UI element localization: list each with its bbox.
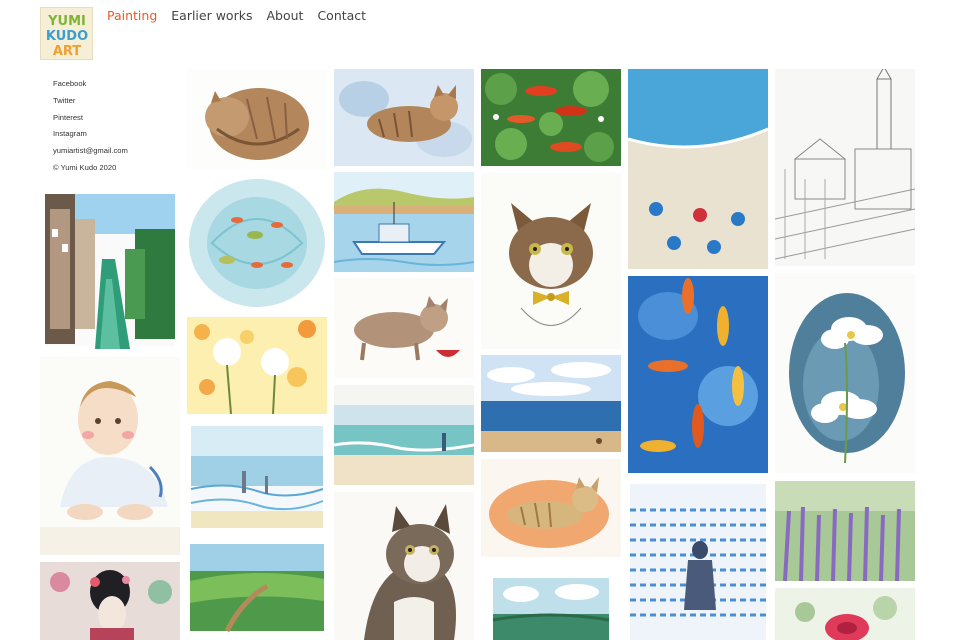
artwork-dandelions[interactable]: [187, 317, 327, 414]
svg-text:KUDO: KUDO: [45, 29, 87, 44]
landscape-painting-icon: [190, 544, 324, 633]
pinterest-link[interactable]: Pinterest: [53, 110, 183, 127]
sea-painting-icon: [334, 385, 474, 485]
artwork-baby-portrait[interactable]: [40, 357, 180, 555]
artwork-umbrella-beach[interactable]: [628, 69, 768, 269]
artwork-beach-walkers[interactable]: [187, 421, 327, 533]
social-links: Facebook Twitter Pinterest Instagram yum…: [53, 76, 183, 177]
artwork-lavender-field[interactable]: [775, 481, 915, 581]
artwork-ginger-cat[interactable]: [481, 459, 621, 557]
artwork-sleeping-cat[interactable]: [187, 69, 327, 169]
main-nav: Painting Earlier works About Contact: [107, 8, 366, 24]
nav-contact[interactable]: Contact: [317, 8, 366, 24]
instagram-link[interactable]: Instagram: [53, 126, 183, 143]
flower-painting-icon: [789, 293, 905, 464]
cat-painting-icon: [205, 88, 309, 160]
pond-painting-icon: [189, 179, 325, 307]
facebook-link[interactable]: Facebook: [53, 76, 183, 93]
artwork-clouds-field[interactable]: [481, 564, 621, 640]
canal-painting-icon: [45, 194, 175, 349]
artwork-leaves-pond[interactable]: [187, 175, 327, 310]
svg-text:ART: ART: [52, 44, 80, 58]
sea-painting-icon: [630, 484, 766, 640]
artwork-sky-sea[interactable]: [481, 355, 621, 452]
cat-painting-icon: [489, 477, 609, 548]
artwork-bowtie-cat[interactable]: [481, 173, 621, 349]
site-logo[interactable]: YUMI KUDO ART: [40, 7, 93, 60]
artwork-green-coast[interactable]: [187, 541, 327, 634]
artwork-canal-town[interactable]: [40, 189, 180, 351]
cat-painting-icon: [334, 69, 474, 166]
svg-text:YUMI: YUMI: [47, 14, 86, 29]
artwork-harbor-boat[interactable]: [334, 172, 474, 272]
landscape-painting-icon: [492, 578, 610, 640]
twitter-link[interactable]: Twitter: [53, 93, 183, 110]
cat-painting-icon: [364, 504, 456, 640]
artwork-wading-figure[interactable]: [628, 480, 768, 640]
artwork-lounging-cat[interactable]: [334, 69, 474, 166]
artwork-koi-blue[interactable]: [628, 276, 768, 473]
koi-painting-icon: [628, 276, 768, 473]
artwork-sea-shore[interactable]: [334, 385, 474, 485]
baby-painting-icon: [40, 381, 180, 555]
cat-painting-icon: [354, 296, 460, 361]
geisha-painting-icon: [40, 562, 180, 640]
nav-painting[interactable]: Painting: [107, 8, 157, 24]
email-link[interactable]: yumiartist@gmail.com: [53, 143, 183, 160]
nav-earlier-works[interactable]: Earlier works: [171, 8, 252, 24]
nav-about[interactable]: About: [266, 8, 303, 24]
sketch-icon: [775, 69, 915, 266]
boat-painting-icon: [334, 172, 474, 272]
artwork-tabby-portrait[interactable]: [334, 492, 474, 640]
koi-painting-icon: [481, 69, 621, 166]
artwork-red-flower[interactable]: [775, 588, 915, 640]
artwork-town-sketch[interactable]: [775, 69, 915, 266]
cat-painting-icon: [509, 203, 593, 326]
artwork-koi-lily-pads[interactable]: [481, 69, 621, 166]
beach-painting-icon: [628, 69, 768, 269]
flower-painting-icon: [187, 317, 327, 414]
flower-painting-icon: [775, 588, 915, 640]
logo-lettering: YUMI KUDO ART: [45, 14, 87, 58]
artwork-white-cosmos[interactable]: [775, 273, 915, 473]
artwork-cat-and-bowl[interactable]: [334, 278, 474, 378]
beach-painting-icon: [190, 426, 324, 528]
flower-painting-icon: [775, 481, 915, 581]
artwork-geisha[interactable]: [40, 562, 180, 640]
sea-painting-icon: [481, 355, 621, 452]
copyright-text: © Yumi Kudo 2020: [53, 162, 117, 172]
